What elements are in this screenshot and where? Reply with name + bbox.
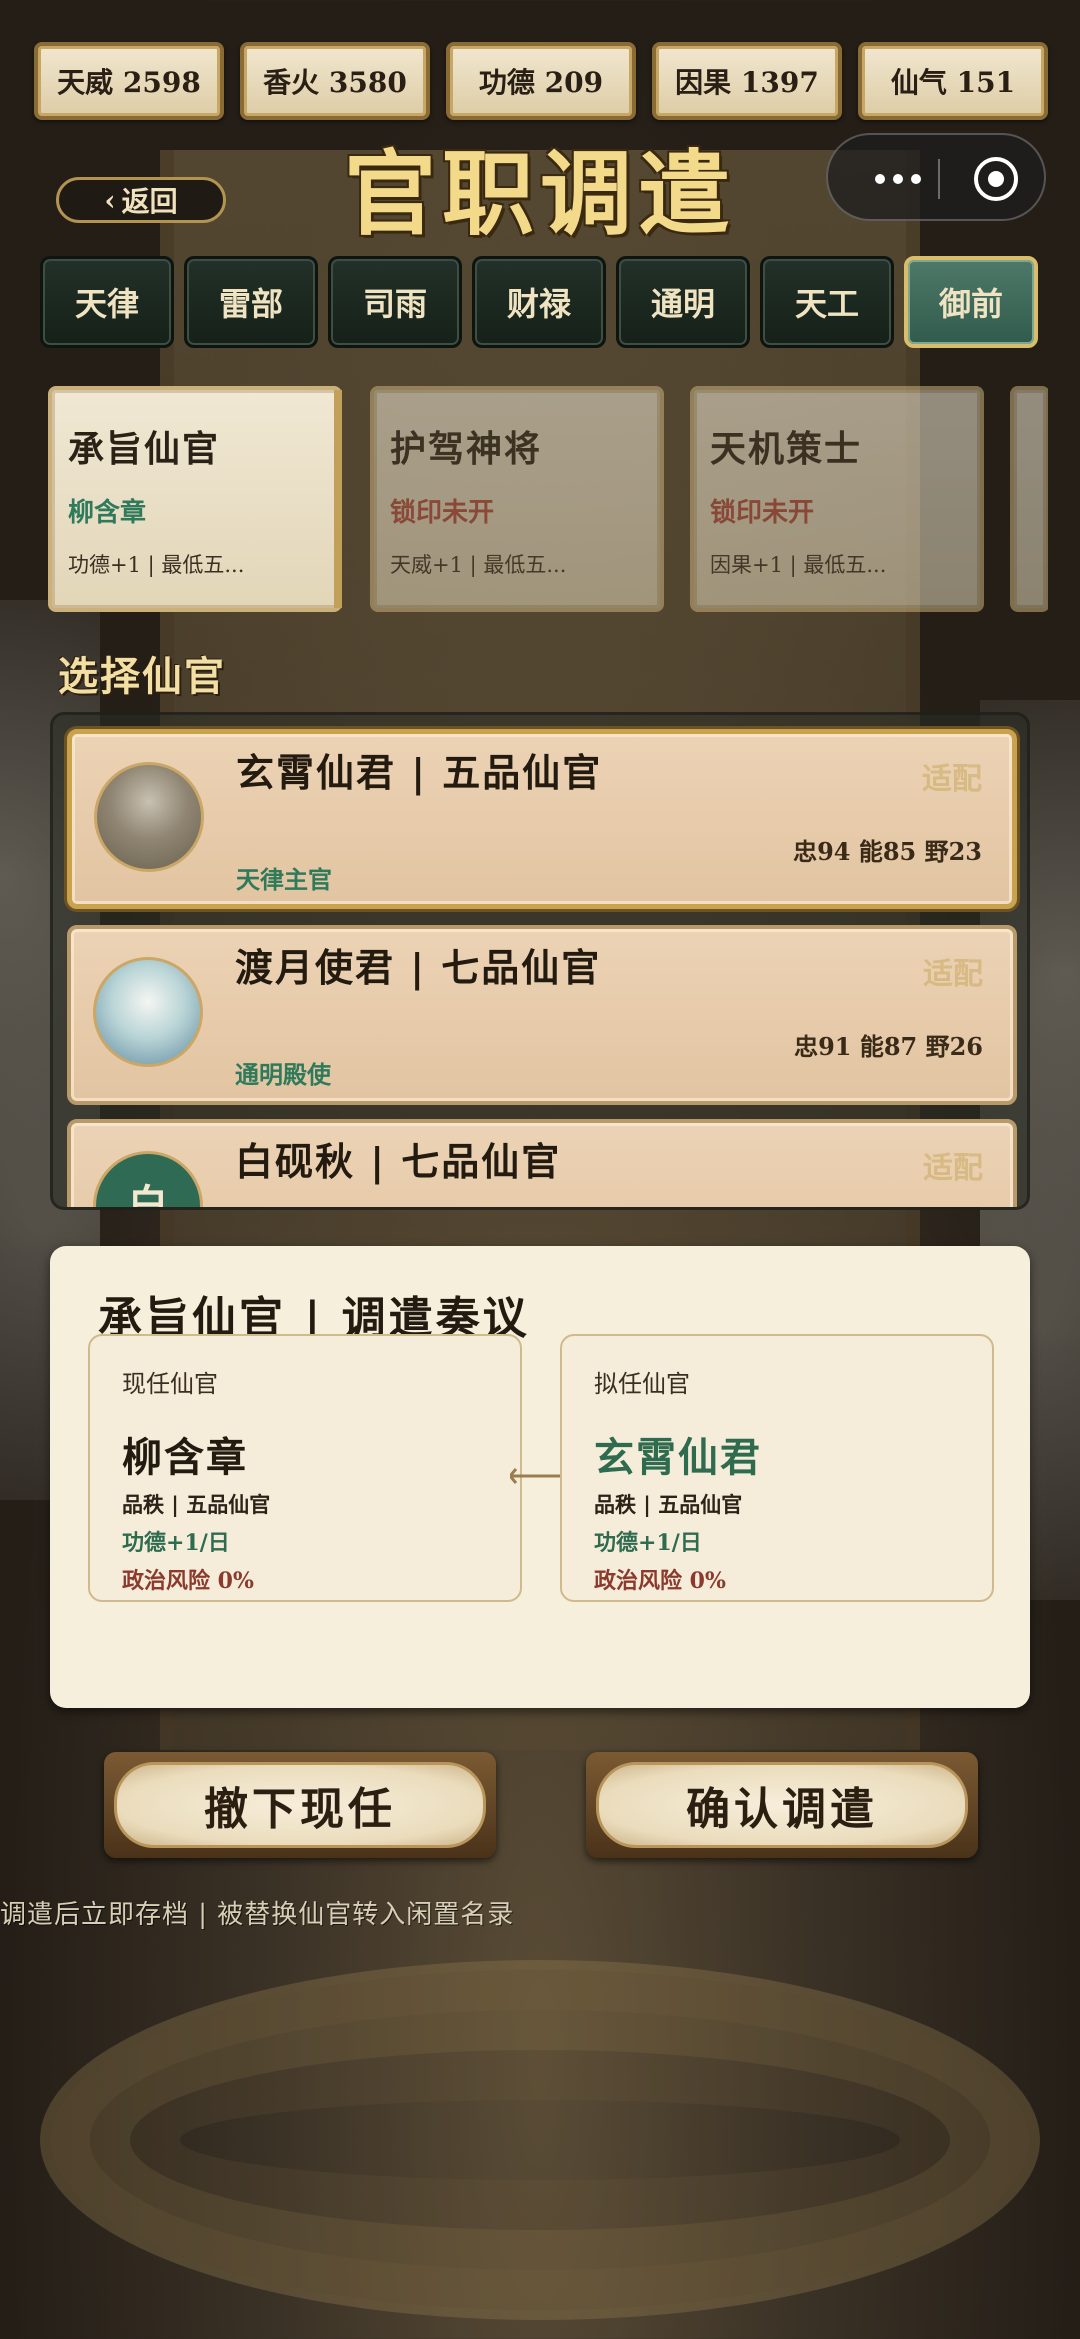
candidate-list[interactable]: 玄霄仙君 | 五品仙官 适配 忠94 能85 野23 天律主官 渡月使君 | 七… bbox=[50, 712, 1030, 1210]
proposed-risk: 政治风险 0% bbox=[594, 1568, 726, 1594]
more-icon[interactable] bbox=[858, 135, 938, 223]
resource-gongde: 功德 209 bbox=[446, 42, 636, 120]
footnote: 调遣后立即存档 | 被替换仙官转入闲置名录 bbox=[0, 1900, 515, 1930]
avatar bbox=[94, 762, 204, 872]
chevron-left-icon: ‹ bbox=[104, 183, 116, 217]
position-meta: 因果+1 | 最低五... bbox=[710, 553, 887, 577]
back-button[interactable]: ‹ 返回 bbox=[56, 177, 226, 223]
candidate-stats: 忠91 能87 野26 bbox=[794, 1032, 983, 1061]
resource-tianwei: 天威 2598 bbox=[34, 42, 224, 120]
avatar bbox=[93, 957, 203, 1067]
candidate-row[interactable]: 白 白砚秋 | 七品仙官 适配 bbox=[67, 1119, 1017, 1207]
resource-bar: 天威 2598 香火 3580 功德 209 因果 1397 仙气 151 bbox=[34, 42, 1054, 122]
candidate-stats: 忠94 能85 野23 bbox=[793, 837, 982, 866]
fit-badge: 适配 bbox=[923, 957, 983, 992]
resource-xianghuo: 香火 3580 bbox=[240, 42, 430, 120]
confirm-appointment-label: 确认调遣 bbox=[596, 1762, 968, 1848]
select-section-title: 选择仙官 bbox=[58, 653, 226, 700]
position-holder: 柳含章 bbox=[68, 498, 147, 528]
tab-tiangong[interactable]: 天工 bbox=[760, 256, 894, 348]
confirm-appointment-button[interactable]: 确认调遣 bbox=[586, 1752, 978, 1858]
position-meta: 天威+1 | 最低五... bbox=[390, 553, 567, 577]
tab-tongming[interactable]: 通明 bbox=[616, 256, 750, 348]
resource-yinguo: 因果 1397 bbox=[652, 42, 842, 120]
current-risk: 政治风险 0% bbox=[122, 1568, 254, 1594]
candidate-row[interactable]: 玄霄仙君 | 五品仙官 适配 忠94 能85 野23 天律主官 bbox=[67, 729, 1017, 909]
tab-cailu[interactable]: 财禄 bbox=[472, 256, 606, 348]
candidate-name: 白砚秋 | 七品仙官 bbox=[235, 1139, 562, 1184]
candidate-role: 通明殿使 bbox=[235, 1060, 331, 1089]
remove-incumbent-label: 撤下现任 bbox=[114, 1762, 486, 1848]
proposal-panel: 承旨仙官 | 调遣奏议 现任仙官 柳含章 品秩 | 五品仙官 功德+1/日 政治… bbox=[50, 1246, 1030, 1708]
tab-yuqian[interactable]: 御前 bbox=[904, 256, 1038, 348]
card-edge bbox=[334, 390, 342, 608]
current-label: 现任仙官 bbox=[122, 1370, 218, 1398]
position-card[interactable]: 天机策士 锁印未开 因果+1 | 最低五... bbox=[690, 386, 984, 612]
avatar: 白 bbox=[93, 1151, 203, 1207]
floor-mandala bbox=[40, 1960, 1040, 2320]
capsule-divider bbox=[938, 159, 940, 199]
proposed-label: 拟任仙官 bbox=[594, 1370, 690, 1398]
current-rank: 品秩 | 五品仙官 bbox=[122, 1492, 271, 1517]
candidate-row[interactable]: 渡月使君 | 七品仙官 适配 忠91 能87 野26 通明殿使 bbox=[67, 925, 1017, 1105]
position-name: 护驾神将 bbox=[390, 428, 543, 470]
proposed-official-card: 拟任仙官 玄霄仙君 品秩 | 五品仙官 功德+1/日 政治风险 0% bbox=[560, 1334, 994, 1602]
mini-program-capsule bbox=[826, 133, 1046, 221]
tab-tianlv[interactable]: 天律 bbox=[40, 256, 174, 348]
position-card-peek[interactable] bbox=[1010, 386, 1048, 612]
fit-badge: 适配 bbox=[922, 762, 982, 797]
current-merit: 功德+1/日 bbox=[122, 1530, 230, 1556]
position-card[interactable]: 承旨仙官 柳含章 功德+1 | 最低五... bbox=[48, 386, 342, 612]
fit-badge: 适配 bbox=[923, 1151, 983, 1186]
current-name: 柳含章 bbox=[122, 1434, 248, 1481]
position-holder: 锁印未开 bbox=[710, 498, 815, 528]
department-tabs: 天律 雷部 司雨 财禄 通明 天工 御前 bbox=[40, 256, 1040, 348]
resource-xianqi: 仙气 151 bbox=[858, 42, 1048, 120]
candidate-role: 天律主官 bbox=[236, 865, 332, 894]
tab-siyu[interactable]: 司雨 bbox=[328, 256, 462, 348]
proposed-rank: 品秩 | 五品仙官 bbox=[594, 1492, 743, 1517]
position-meta: 功德+1 | 最低五... bbox=[68, 553, 245, 577]
position-name: 承旨仙官 bbox=[68, 428, 221, 470]
remove-incumbent-button[interactable]: 撤下现任 bbox=[104, 1752, 496, 1858]
back-label: 返回 bbox=[121, 185, 178, 218]
position-name: 天机策士 bbox=[710, 428, 863, 470]
close-target-icon[interactable] bbox=[974, 157, 1018, 201]
tab-leibu[interactable]: 雷部 bbox=[184, 256, 318, 348]
proposed-name: 玄霄仙君 bbox=[594, 1434, 762, 1481]
candidate-name: 玄霄仙君 | 五品仙官 bbox=[236, 750, 603, 795]
position-card[interactable]: 护驾神将 锁印未开 天威+1 | 最低五... bbox=[370, 386, 664, 612]
proposed-merit: 功德+1/日 bbox=[594, 1530, 702, 1556]
position-holder: 锁印未开 bbox=[390, 498, 495, 528]
current-official-card: 现任仙官 柳含章 品秩 | 五品仙官 功德+1/日 政治风险 0% bbox=[88, 1334, 522, 1602]
candidate-name: 渡月使君 | 七品仙官 bbox=[235, 945, 602, 990]
position-strip: 承旨仙官 柳含章 功德+1 | 最低五... 护驾神将 锁印未开 天威+1 | … bbox=[48, 386, 1048, 612]
